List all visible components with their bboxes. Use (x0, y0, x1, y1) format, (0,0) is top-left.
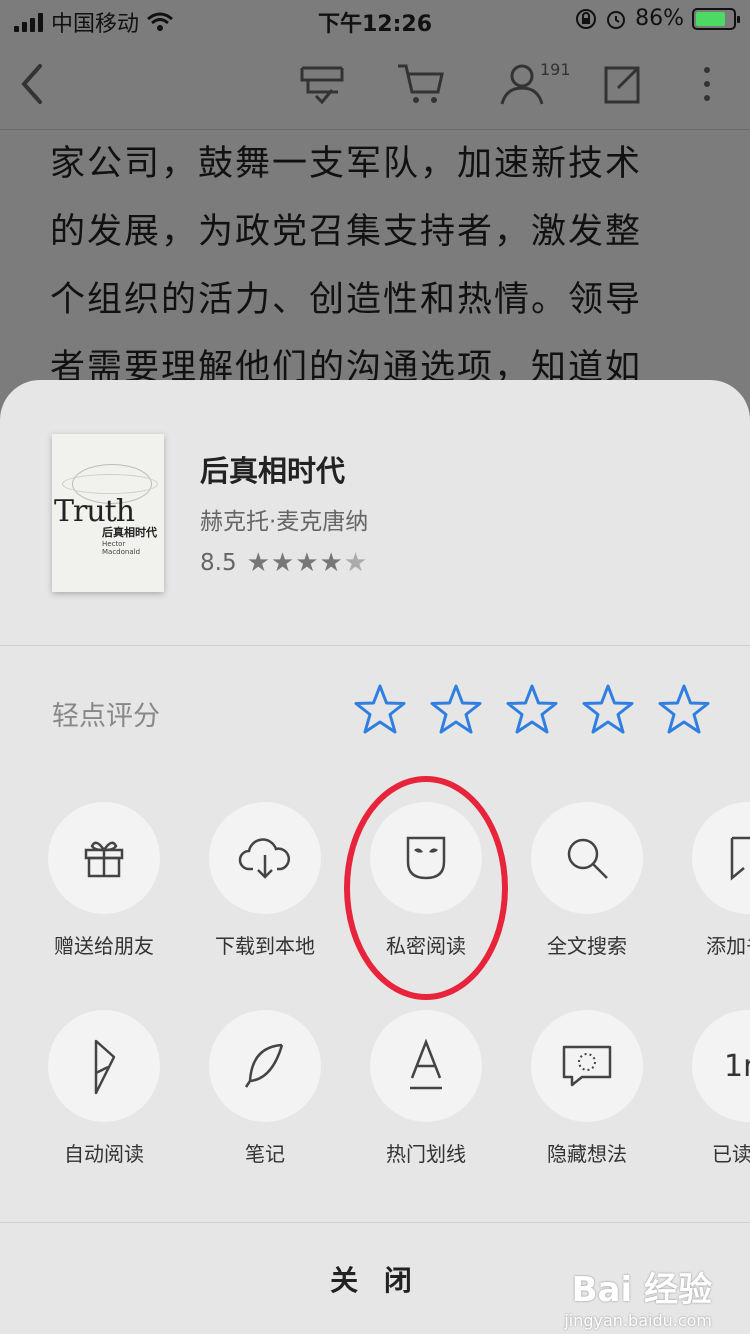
watermark-main: Bai 经验 (571, 1270, 712, 1310)
auto-read-button[interactable]: 自动阅读 (48, 1010, 160, 1167)
book-card[interactable]: Truth 后真相时代 Hector Macdonald 后真相时代 赫克托·麦… (0, 380, 750, 646)
hot-underline-label: 热门划线 (386, 1142, 466, 1166)
rate-label: 轻点评分 (52, 701, 160, 732)
reader-nav-bar: 191 (0, 40, 750, 130)
rating-stars: ★ ★ ★ ★ ★ (246, 548, 368, 578)
auto-read-icon (94, 1039, 116, 1095)
battery-percent: 86% (635, 6, 684, 31)
watermark: Bai 经验 jingyan.baidu.com (564, 1262, 712, 1330)
rate-row: 轻点评分 (0, 646, 750, 776)
read-time-icon: 1n (724, 1048, 750, 1084)
book-cover: Truth 后真相时代 Hector Macdonald (52, 434, 164, 592)
book-rating: 8.5 ★ ★ ★ ★ ★ (200, 548, 368, 578)
read-time-label: 已读 (712, 1142, 750, 1166)
cover-zh-title: 后真相时代 (102, 526, 157, 539)
read-time-button[interactable]: 1n 已读 (692, 1010, 750, 1167)
user-icon[interactable] (498, 62, 546, 106)
rotation-lock-icon (576, 8, 597, 29)
reader-line: 的发展，为政党召集支持者，激发整 (50, 212, 643, 252)
search-icon (567, 838, 608, 879)
gift-button[interactable]: 赠送给朋友 (48, 802, 160, 959)
rate-star-4[interactable] (580, 682, 636, 738)
add-bookmark-button[interactable]: 添加书 (692, 802, 750, 959)
reader-line: 个组织的活力、创造性和热情。领导 (50, 280, 643, 320)
rating-score: 8.5 (200, 550, 237, 576)
download-label: 下载到本地 (215, 934, 315, 958)
hot-underline-button[interactable]: 热门划线 (370, 1010, 482, 1167)
gift-icon (84, 841, 124, 878)
star-icon: ★ (270, 548, 294, 578)
rate-star-2[interactable] (428, 682, 484, 738)
private-read-button[interactable]: 私密阅读 (370, 802, 482, 959)
private-read-label: 私密阅读 (386, 934, 466, 958)
status-bar: 中国移动 下午12:26 86% (0, 0, 750, 40)
star-icon: ★ (319, 548, 343, 578)
half-star-icon: ★ (343, 548, 367, 578)
hide-thoughts-label: 隐藏想法 (547, 1142, 627, 1166)
shelf-check-icon[interactable] (298, 62, 346, 106)
reader-line: 家公司，鼓舞一支军队，加速新技术 (50, 144, 643, 184)
auto-read-label: 自动阅读 (64, 1142, 144, 1166)
gift-label: 赠送给朋友 (54, 934, 154, 958)
add-bookmark-label: 添加书 (706, 934, 750, 958)
watermark-sub: jingyan.baidu.com (564, 1311, 712, 1330)
book-title: 后真相时代 (200, 454, 346, 488)
cart-icon[interactable] (396, 62, 446, 106)
fulltext-search-button[interactable]: 全文搜索 (531, 802, 643, 959)
rate-star-5[interactable] (656, 682, 712, 738)
feather-icon (244, 1043, 284, 1088)
reader-text: 家公司，鼓舞一支军队，加速新技术 的发展，为政党召集支持者，激发整 个组织的活力… (50, 130, 710, 402)
notes-label: 笔记 (245, 1142, 285, 1166)
rate-star-3[interactable] (504, 682, 560, 738)
star-icon: ★ (246, 548, 270, 578)
mask-icon (406, 836, 446, 880)
battery-icon (692, 7, 740, 30)
back-icon[interactable] (18, 62, 44, 106)
hide-thoughts-icon (562, 1045, 612, 1087)
share-icon[interactable] (602, 62, 642, 106)
hide-thoughts-button[interactable]: 隐藏想法 (531, 1010, 643, 1167)
fulltext-search-label: 全文搜索 (547, 934, 627, 958)
cover-author: Hector Macdonald (102, 540, 141, 556)
rate-star-1[interactable] (352, 682, 408, 738)
book-author[interactable]: 赫克托·麦克唐纳 (200, 502, 368, 536)
cloud-download-icon (238, 838, 290, 879)
alarm-icon (607, 10, 626, 29)
download-button[interactable]: 下载到本地 (209, 802, 321, 959)
underline-a-icon (410, 1038, 442, 1090)
user-badge-count: 191 (540, 60, 571, 79)
rate-stars (352, 682, 712, 738)
bookmark-icon (730, 836, 750, 881)
notes-button[interactable]: 笔记 (209, 1010, 321, 1167)
star-icon: ★ (295, 548, 318, 578)
more-icon[interactable] (700, 62, 714, 106)
